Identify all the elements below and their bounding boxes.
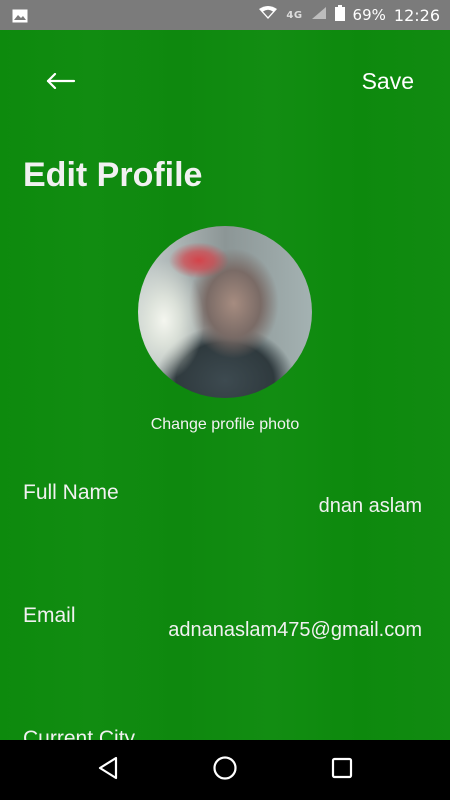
- gallery-notification-icon: [12, 8, 28, 23]
- email-input[interactable]: adnanaslam475@gmail.com: [168, 619, 422, 642]
- current-city-label: Current City: [23, 727, 136, 740]
- back-button[interactable]: [38, 68, 84, 98]
- nav-home-button[interactable]: [205, 750, 245, 790]
- circle-home-icon: [212, 755, 238, 785]
- email-label: Email: [23, 604, 76, 627]
- triangle-back-icon: [97, 756, 119, 784]
- nav-back-button[interactable]: [88, 750, 128, 790]
- navigation-bar: [0, 740, 450, 800]
- square-recents-icon: [331, 757, 353, 783]
- page-title: Edit Profile: [23, 156, 203, 194]
- arrow-left-icon: [46, 72, 76, 93]
- battery-percentage: 69%: [352, 6, 386, 24]
- top-bar: Save: [0, 30, 450, 130]
- change-profile-photo-link[interactable]: Change profile photo: [0, 416, 450, 434]
- network-type: 4G: [286, 9, 303, 21]
- edit-profile-screen: Save Edit Profile Change profile photo F…: [0, 30, 450, 740]
- profile-photo[interactable]: [138, 226, 312, 398]
- save-button[interactable]: Save: [362, 68, 414, 95]
- battery-icon: [334, 5, 345, 25]
- full-name-input[interactable]: dnan aslam: [319, 495, 422, 518]
- status-bar: 4G 69% 12:26: [0, 0, 450, 30]
- status-time: 12:26: [393, 5, 440, 25]
- full-name-label: Full Name: [23, 481, 119, 504]
- signal-icon: [311, 6, 327, 24]
- wifi-icon: [258, 6, 278, 24]
- nav-recents-button[interactable]: [322, 750, 362, 790]
